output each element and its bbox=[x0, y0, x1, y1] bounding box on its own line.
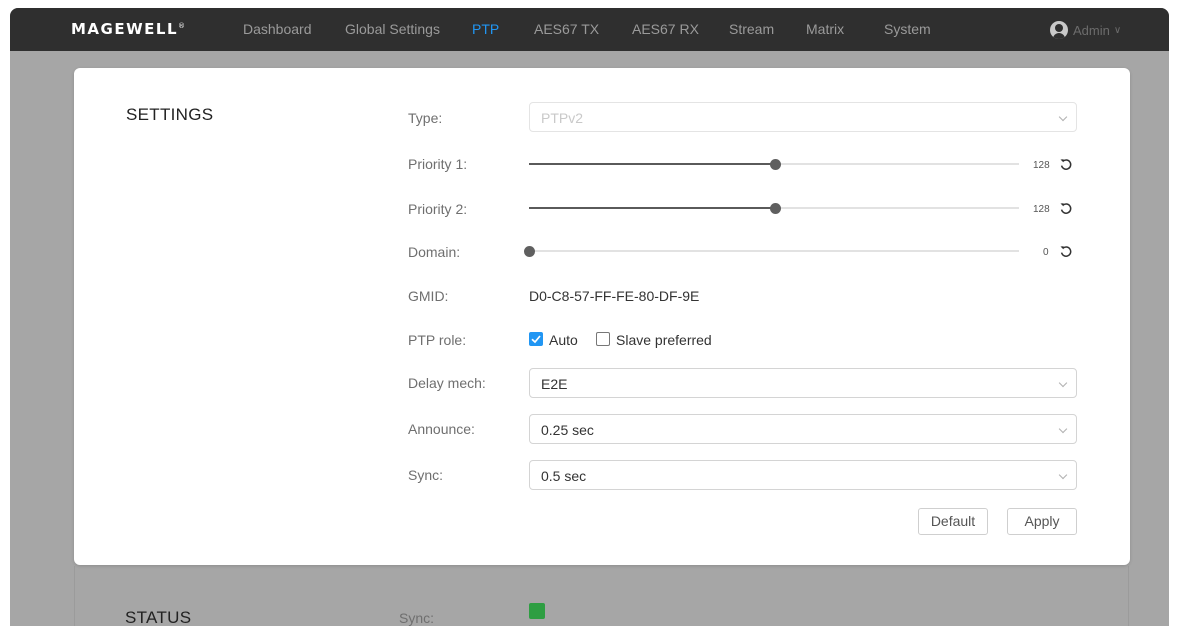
chevron-down-icon: ∨ bbox=[1113, 24, 1122, 36]
nav-system[interactable]: System bbox=[884, 8, 931, 51]
status-panel: STATUS Sync: bbox=[74, 566, 1129, 626]
type-label: Type: bbox=[408, 110, 443, 126]
slider-fill bbox=[529, 163, 775, 165]
priority1-slider[interactable] bbox=[529, 157, 1019, 171]
nav-aes67-rx[interactable]: AES67 RX bbox=[632, 8, 699, 51]
priority1-value: 128 bbox=[1033, 160, 1050, 171]
domain-slider[interactable] bbox=[524, 244, 1019, 258]
gmid-label: GMID: bbox=[408, 288, 449, 304]
status-title: STATUS bbox=[125, 608, 192, 626]
nav-aes67-tx[interactable]: AES67 TX bbox=[534, 8, 599, 51]
auto-label[interactable]: Auto bbox=[549, 332, 578, 348]
domain-label: Domain: bbox=[408, 244, 461, 260]
type-value: PTPv2 bbox=[541, 110, 584, 126]
delay-mech-label: Delay mech: bbox=[408, 375, 486, 391]
slider-thumb[interactable] bbox=[769, 159, 781, 170]
reset-priority1-icon[interactable] bbox=[1059, 157, 1073, 171]
chevron-down-icon bbox=[1058, 470, 1068, 480]
nav-ptp[interactable]: PTP bbox=[472, 8, 499, 51]
settings-title: SETTINGS bbox=[126, 105, 214, 124]
domain-value: 0 bbox=[1043, 247, 1049, 258]
priority2-label: Priority 2: bbox=[408, 201, 468, 217]
type-select: PTPv2 bbox=[529, 102, 1077, 132]
nav-global-settings[interactable]: Global Settings bbox=[345, 8, 440, 51]
priority2-slider[interactable] bbox=[529, 201, 1019, 215]
user-name: Admin bbox=[1073, 22, 1110, 38]
priority1-label: Priority 1: bbox=[408, 156, 468, 172]
user-avatar-icon bbox=[1050, 21, 1068, 39]
slider-fill bbox=[529, 207, 775, 209]
apply-button[interactable]: Apply bbox=[1007, 508, 1077, 535]
sync-status-indicator bbox=[529, 603, 545, 619]
slave-preferred-checkbox[interactable] bbox=[596, 332, 610, 346]
default-button[interactable]: Default bbox=[918, 508, 988, 535]
chevron-down-icon bbox=[1058, 424, 1068, 434]
top-nav-bar: MAGEWELL® Dashboard Global Settings PTP … bbox=[10, 8, 1169, 51]
delay-mech-value: E2E bbox=[541, 376, 568, 392]
reset-priority2-icon[interactable] bbox=[1059, 201, 1073, 215]
magewell-logo[interactable]: MAGEWELL® bbox=[71, 20, 185, 38]
user-menu[interactable]: Admin ∨ bbox=[1050, 20, 1121, 40]
slider-thumb[interactable] bbox=[524, 246, 535, 257]
slider-track bbox=[529, 250, 1019, 252]
sync-select[interactable]: 0.5 sec bbox=[529, 460, 1077, 490]
slider-thumb[interactable] bbox=[769, 203, 781, 214]
chevron-down-icon bbox=[1058, 112, 1068, 122]
nav-stream[interactable]: Stream bbox=[729, 8, 774, 51]
priority2-value: 128 bbox=[1033, 204, 1050, 215]
app-window: MAGEWELL® Dashboard Global Settings PTP … bbox=[10, 8, 1169, 626]
checkmark-icon bbox=[531, 335, 541, 344]
gmid-value: D0-C8-57-FF-FE-80-DF-9E bbox=[529, 288, 700, 304]
status-sync-label: Sync: bbox=[399, 610, 435, 626]
sync-value: 0.5 sec bbox=[541, 468, 587, 484]
announce-select[interactable]: 0.25 sec bbox=[529, 414, 1077, 444]
announce-value: 0.25 sec bbox=[541, 422, 594, 438]
chevron-down-icon bbox=[1058, 378, 1068, 388]
nav-matrix[interactable]: Matrix bbox=[806, 8, 844, 51]
announce-label: Announce: bbox=[408, 421, 475, 437]
ptp-role-label: PTP role: bbox=[408, 332, 467, 348]
delay-mech-select[interactable]: E2E bbox=[529, 368, 1077, 398]
auto-checkbox[interactable] bbox=[529, 332, 543, 346]
settings-panel: SETTINGS Type: PTPv2 Priority 1: 128 Pri… bbox=[74, 68, 1130, 565]
slave-preferred-label[interactable]: Slave preferred bbox=[616, 332, 712, 348]
nav-dashboard[interactable]: Dashboard bbox=[243, 8, 312, 51]
reset-domain-icon[interactable] bbox=[1059, 244, 1073, 258]
sync-label: Sync: bbox=[408, 467, 444, 483]
